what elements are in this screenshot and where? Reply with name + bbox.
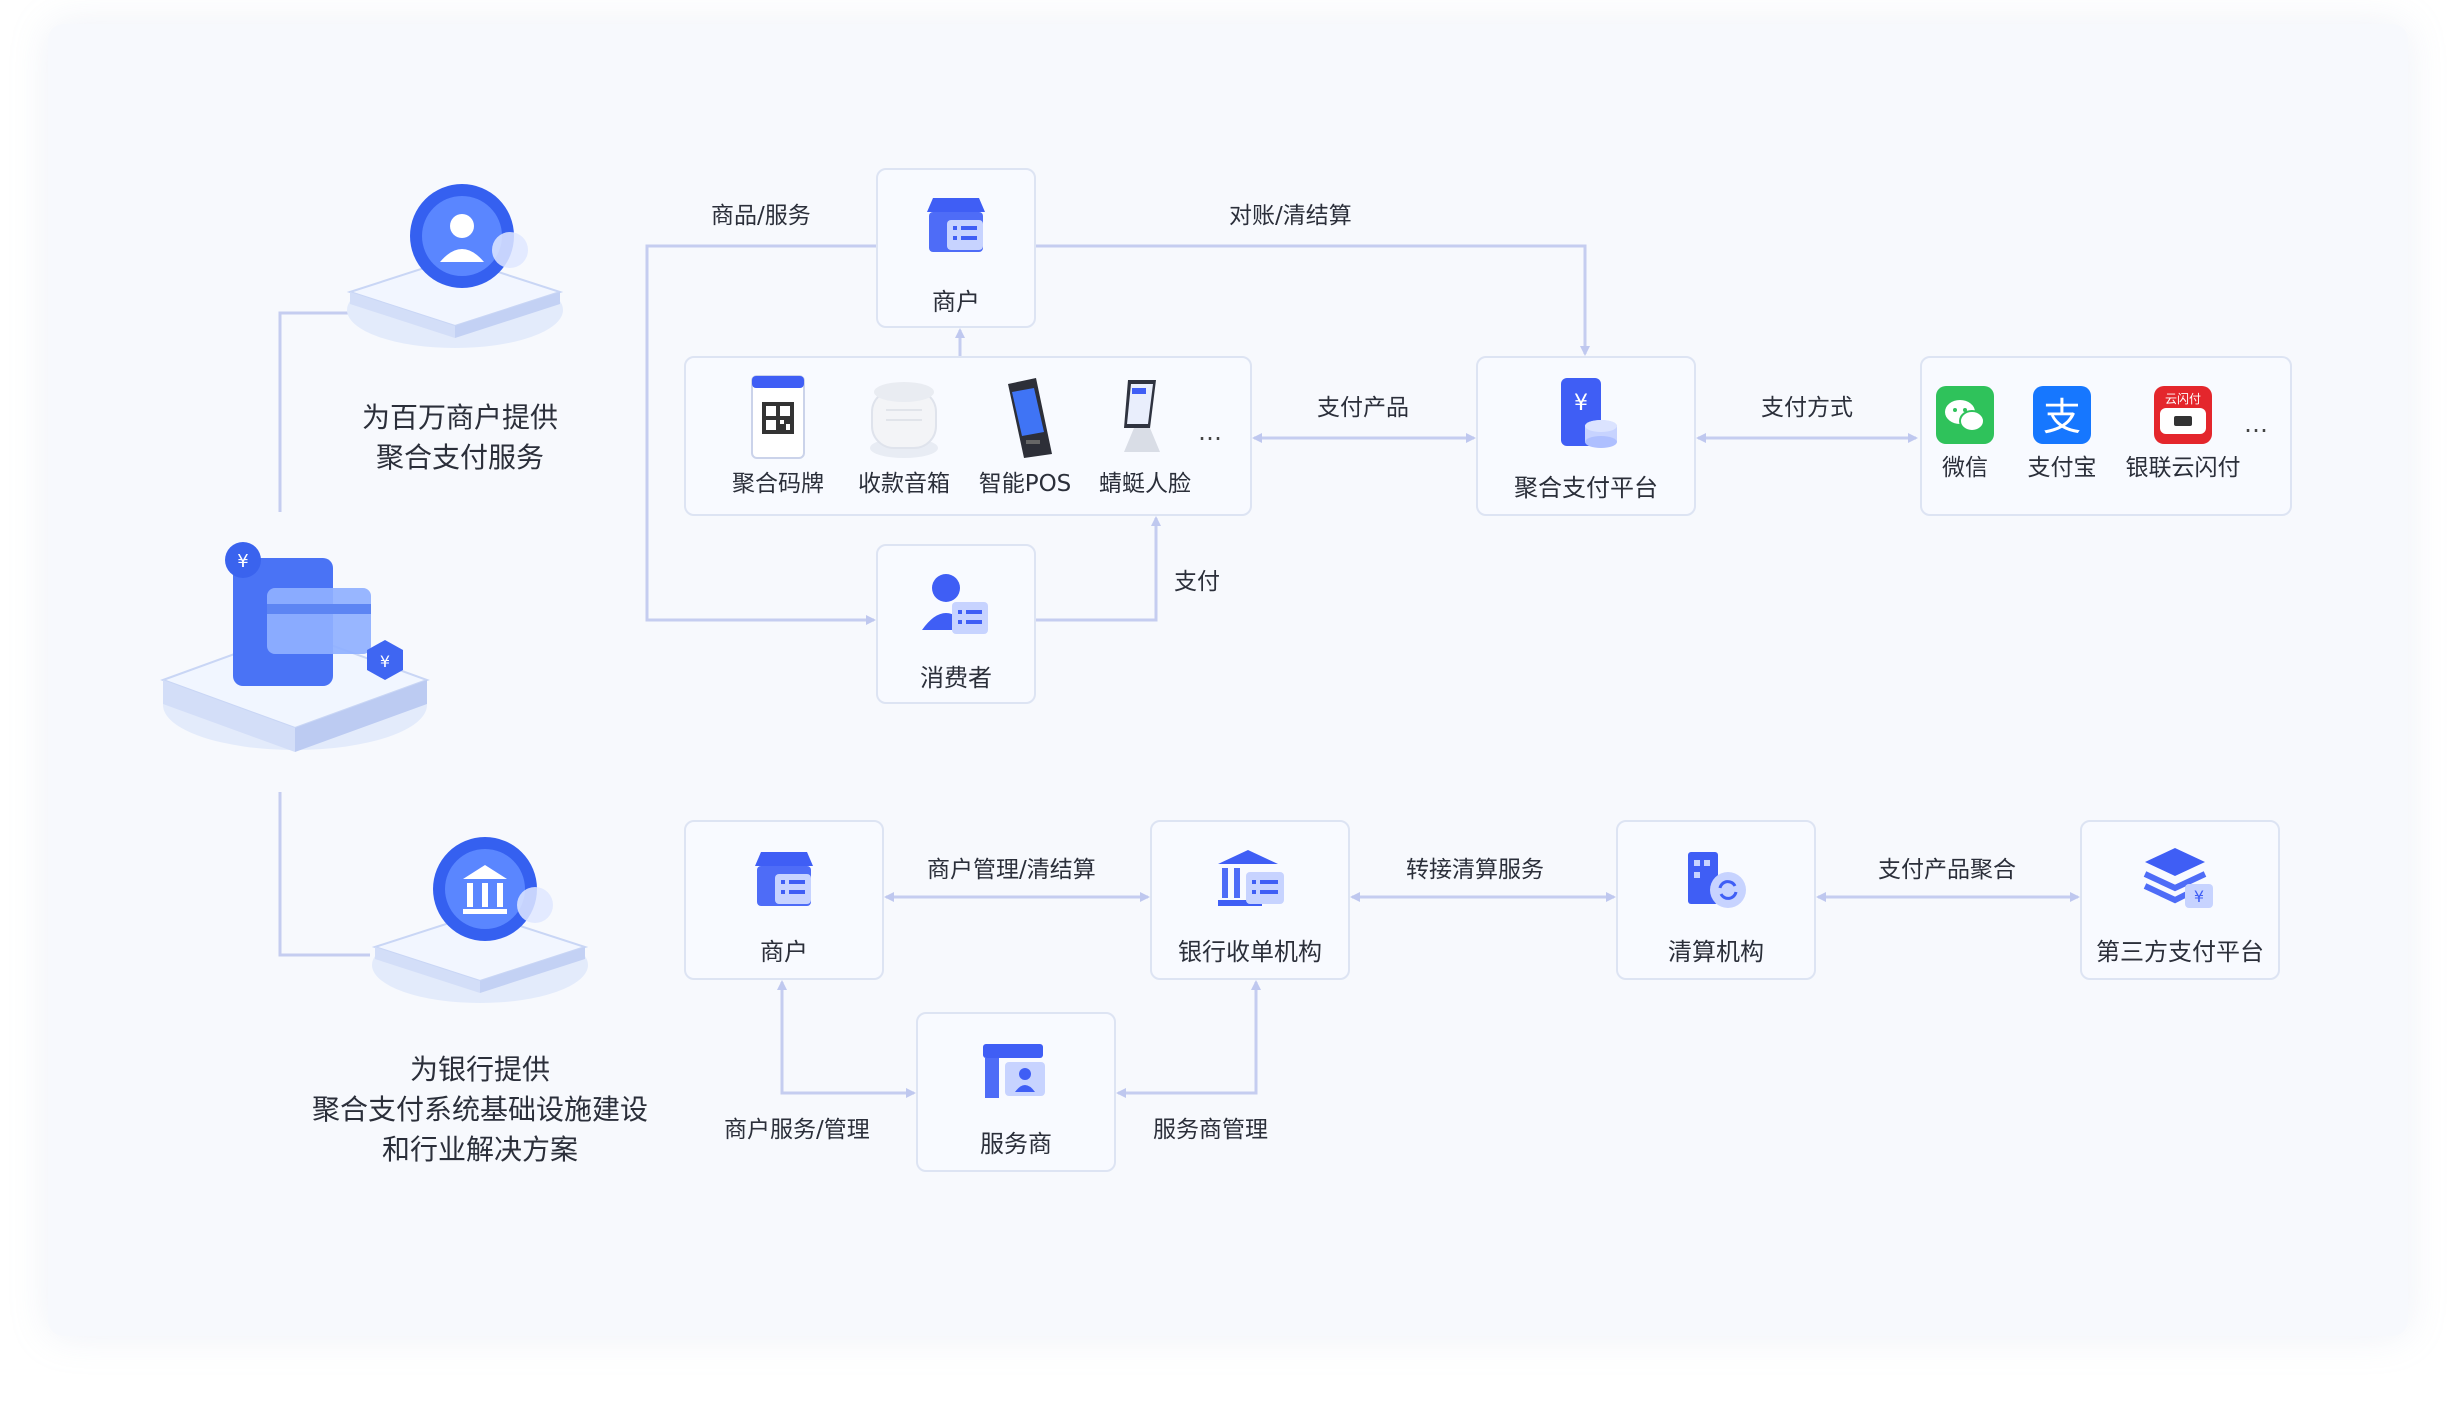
svg-text:¥: ¥: [237, 551, 248, 572]
edge-label-merchant-service: 商户服务/管理: [724, 1117, 870, 1143]
bank-platform-illustration: [371, 837, 589, 1003]
merchant-platform-illustration: [346, 184, 564, 348]
device-face-pay: 蜻蜓人脸: [1080, 374, 1210, 497]
device-pos: 智能POS: [960, 374, 1090, 497]
svg-text:支: 支: [2043, 395, 2081, 439]
devices-node[interactable]: 聚合码牌 收款音箱 智能POS 蜻蜓人脸 …: [684, 356, 1252, 516]
edge-label-reconcile: 对账/清结算: [1229, 203, 1352, 229]
device-speaker: 收款音箱: [839, 374, 969, 497]
bottom-description-line: 和行业解决方案: [381, 1133, 578, 1166]
device-label: 蜻蜓人脸: [1099, 471, 1191, 497]
third-party-node[interactable]: ¥ 第三方支付平台: [2080, 820, 2280, 980]
top-merchant-node[interactable]: 商户: [876, 168, 1036, 328]
edge-pay: [1036, 516, 1161, 622]
device-label: 智能POS: [978, 471, 1072, 497]
device-label: 收款音箱: [858, 471, 950, 497]
devices-more: …: [1198, 418, 1223, 446]
bottom-merchant-node[interactable]: 商户: [684, 820, 884, 980]
pos-terminal-icon: [1008, 378, 1052, 458]
face-pay-icon: [1124, 380, 1160, 452]
bank-label: 银行收单机构: [1178, 938, 1322, 966]
svg-text:云闪付: 云闪付: [2165, 392, 2201, 406]
payment-wechat: 微信: [1925, 386, 2005, 481]
payment-unionpay: 云闪付 银联云闪付: [2118, 386, 2248, 481]
consumer-node[interactable]: 消费者: [876, 544, 1036, 704]
payment-platform-icon: ¥: [1561, 378, 1617, 448]
platform-label: 聚合支付平台: [1514, 474, 1658, 502]
edge-label-aggregation: 支付产品聚合: [1878, 857, 2016, 883]
bank-node[interactable]: 银行收单机构: [1150, 820, 1350, 980]
clearing-label: 清算机构: [1668, 938, 1764, 966]
bottom-description: 为银行提供 聚合支付系统基础设施建设 和行业解决方案: [305, 1050, 655, 1170]
payment-label: 微信: [1942, 455, 1988, 481]
payments-more: …: [2244, 410, 2269, 438]
svg-text:¥: ¥: [2194, 887, 2204, 906]
top-merchant-label: 商户: [932, 288, 980, 316]
qr-code-icon: [751, 375, 805, 459]
top-description-line: 为百万商户提供: [361, 401, 558, 434]
edge-label-sp-mgmt: 服务商管理: [1153, 1117, 1268, 1143]
payment-methods-node[interactable]: 微信 支 支付宝 云闪付 银联云闪付 …: [1920, 356, 2292, 516]
speaker-icon: [870, 382, 938, 458]
shop-icon: [927, 198, 985, 252]
service-provider-label: 服务商: [980, 1130, 1052, 1158]
device-qr-code: 聚合码牌: [713, 374, 843, 497]
bank-icon: [1218, 850, 1284, 906]
bottom-merchant-label: 商户: [760, 938, 808, 966]
top-description: 为百万商户提供 聚合支付服务: [330, 398, 590, 478]
payment-card-illustration: ¥ ¥: [160, 542, 430, 752]
device-label: 聚合码牌: [732, 471, 824, 497]
bottom-description-line: 为银行提供: [409, 1053, 550, 1086]
svg-text:¥: ¥: [1574, 391, 1588, 416]
edge-label-transfer: 转接清算服务: [1406, 857, 1544, 883]
payment-label: 银联云闪付: [2125, 455, 2241, 481]
shop-icon: [755, 852, 813, 906]
edge-reconcile: [1036, 244, 1590, 356]
edge-label-pay: 支付: [1174, 569, 1220, 595]
clearing-icon: [1688, 852, 1746, 908]
edge-label-product: 支付产品: [1317, 395, 1409, 421]
clearing-node[interactable]: 清算机构: [1616, 820, 1816, 980]
service-provider-icon: [983, 1044, 1045, 1098]
edge-label-method: 支付方式: [1761, 395, 1853, 421]
svg-text:¥: ¥: [380, 652, 390, 671]
consumer-label: 消费者: [920, 664, 992, 692]
edge-merchant-sp: [777, 980, 916, 1098]
third-party-label: 第三方支付平台: [2096, 938, 2264, 966]
platform-node[interactable]: ¥ 聚合支付平台: [1476, 356, 1696, 516]
edge-label-goods: 商品/服务: [711, 203, 811, 229]
consumer-icon: [922, 574, 988, 634]
bottom-description-line: 聚合支付系统基础设施建设: [311, 1093, 648, 1126]
unionpay-quickpass-icon: 云闪付: [2154, 386, 2212, 444]
payment-label: 支付宝: [2027, 455, 2097, 481]
alipay-icon: 支: [2033, 386, 2091, 444]
wechat-icon: [1936, 386, 1994, 444]
service-provider-node[interactable]: 服务商: [916, 1012, 1116, 1172]
edge-sp-bank: [1116, 980, 1261, 1098]
top-description-line: 聚合支付服务: [375, 441, 544, 474]
layers-icon: ¥: [2143, 848, 2213, 908]
payment-alipay: 支 支付宝: [2012, 386, 2112, 481]
edge-label-merchant-mgmt: 商户管理/清结算: [927, 857, 1096, 883]
